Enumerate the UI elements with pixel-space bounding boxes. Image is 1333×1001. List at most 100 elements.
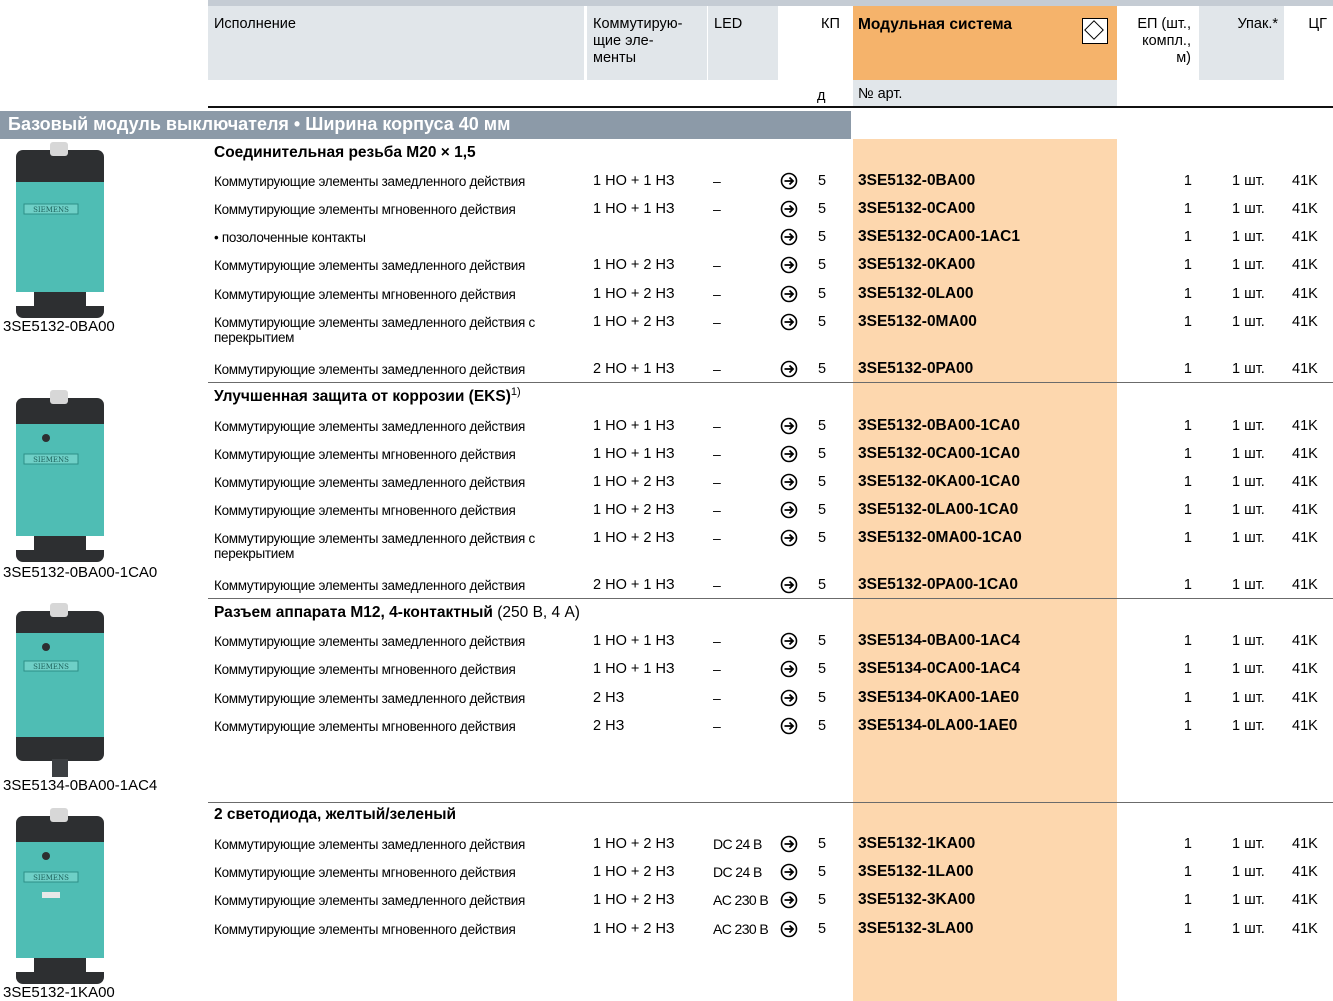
row-package: 1 шт. bbox=[1232, 474, 1265, 490]
row-article-number[interactable]: 3SE5134-0LA00-1AE0 bbox=[858, 717, 1017, 735]
row-article-number[interactable]: 3SE5132-0LA00-1CA0 bbox=[858, 501, 1018, 519]
row-pack-unit: 1 bbox=[1183, 836, 1192, 852]
row-led: – bbox=[713, 718, 721, 734]
row-led: – bbox=[713, 446, 721, 462]
row-article-number[interactable]: 3SE5134-0CA00-1AC4 bbox=[858, 660, 1020, 678]
header-bottom-rule bbox=[208, 106, 1333, 108]
row-led: – bbox=[713, 418, 721, 434]
row-package: 1 шт. bbox=[1232, 864, 1265, 880]
row-pack-unit: 1 bbox=[1183, 921, 1192, 937]
row-led: – bbox=[713, 577, 721, 593]
row-price-group: 41K bbox=[1292, 361, 1318, 377]
row-description: Коммутирующие элементы замедленного дейс… bbox=[214, 419, 525, 434]
row-package: 1 шт. bbox=[1232, 892, 1265, 908]
row-switching-elements: 1 НО + 2 НЗ bbox=[593, 864, 675, 880]
row-article-number[interactable]: 3SE5132-0KA00 bbox=[858, 256, 975, 274]
row-price-group: 41K bbox=[1292, 892, 1318, 908]
row-package: 1 шт. bbox=[1232, 718, 1265, 734]
row-article-number[interactable]: 3SE5132-1LA00 bbox=[858, 863, 973, 881]
row-article-number[interactable]: 3SE5132-0MA00 bbox=[858, 313, 977, 331]
row-switching-elements: 1 НО + 1 НЗ bbox=[593, 418, 675, 434]
row-article-number[interactable]: 3SE5132-0BA00-1CA0 bbox=[858, 417, 1020, 435]
row-pack-unit: 1 bbox=[1183, 633, 1192, 649]
product-image-switch: SIEMENS bbox=[16, 390, 104, 562]
row-pack-unit: 1 bbox=[1183, 892, 1192, 908]
svg-text:SIEMENS: SIEMENS bbox=[33, 456, 69, 464]
header-execution: Исполнение bbox=[208, 6, 584, 80]
row-article-number[interactable]: 3SE5132-3KA00 bbox=[858, 891, 975, 909]
row-delivery-time: 5 bbox=[818, 690, 827, 706]
row-pack-unit: 1 bbox=[1183, 173, 1192, 189]
row-delivery-time: 5 bbox=[818, 418, 827, 434]
circled-arrow-icon bbox=[780, 863, 798, 881]
row-package: 1 шт. bbox=[1232, 361, 1265, 377]
row-article-number[interactable]: 3SE5132-1KA00 bbox=[858, 835, 975, 853]
row-switching-elements: 1 НО + 2 НЗ bbox=[593, 921, 675, 937]
svg-text:SIEMENS: SIEMENS bbox=[33, 874, 69, 882]
row-switching-elements: 1 НО + 2 НЗ bbox=[593, 530, 675, 546]
row-pack-unit: 1 bbox=[1183, 690, 1192, 706]
row-price-group: 41K bbox=[1292, 633, 1318, 649]
row-package: 1 шт. bbox=[1232, 577, 1265, 593]
row-price-group: 41K bbox=[1292, 921, 1318, 937]
row-pack-unit: 1 bbox=[1183, 257, 1192, 273]
row-pack-unit: 1 bbox=[1183, 577, 1192, 593]
row-description: Коммутирующие элементы замедленного дейс… bbox=[214, 258, 525, 273]
row-article-number[interactable]: 3SE5132-0PA00-1CA0 bbox=[858, 576, 1018, 594]
row-article-number[interactable]: 3SE5132-0LA00 bbox=[858, 285, 973, 303]
row-led: – bbox=[713, 257, 721, 273]
row-description: Коммутирующие элементы замедленного дейс… bbox=[214, 893, 525, 908]
row-delivery-time: 5 bbox=[818, 286, 827, 302]
row-article-number[interactable]: 3SE5132-0MA00-1CA0 bbox=[858, 529, 1022, 547]
row-description: Коммутирующие элементы мгновенного дейст… bbox=[214, 865, 516, 880]
row-delivery-time: 5 bbox=[818, 229, 827, 245]
row-article-number[interactable]: 3SE5134-0KA00-1AE0 bbox=[858, 689, 1019, 707]
row-description: Коммутирующие элементы мгновенного дейст… bbox=[214, 922, 516, 937]
row-article-number[interactable]: 3SE5132-0CA00-1AC1 bbox=[858, 228, 1020, 246]
section-title: Базовый модуль выключателя • Ширина корп… bbox=[8, 114, 511, 134]
row-article-number[interactable]: 3SE5132-3LA00 bbox=[858, 920, 973, 938]
row-article-number[interactable]: 3SE5132-0BA00 bbox=[858, 172, 975, 190]
row-delivery-time: 5 bbox=[818, 173, 827, 189]
row-article-number[interactable]: 3SE5132-0PA00 bbox=[858, 360, 973, 378]
row-pack-unit: 1 bbox=[1183, 502, 1192, 518]
row-article-number[interactable]: 3SE5132-0KA00-1CA0 bbox=[858, 473, 1020, 491]
row-pack-unit: 1 bbox=[1183, 718, 1192, 734]
row-switching-elements: 1 НО + 2 НЗ bbox=[593, 257, 675, 273]
row-description: • позолоченные контакты bbox=[214, 230, 366, 245]
row-price-group: 41K bbox=[1292, 201, 1318, 217]
row-price-group: 41K bbox=[1292, 173, 1318, 189]
row-pack-unit: 1 bbox=[1183, 418, 1192, 434]
row-price-group: 41K bbox=[1292, 257, 1318, 273]
row-delivery-time: 5 bbox=[818, 836, 827, 852]
product-image-caption: 3SE5132-0BA00 bbox=[3, 318, 115, 335]
row-delivery-time: 5 bbox=[818, 446, 827, 462]
svg-text:SIEMENS: SIEMENS bbox=[33, 663, 69, 671]
row-package: 1 шт. bbox=[1232, 257, 1265, 273]
row-delivery-time: 5 bbox=[818, 314, 827, 330]
row-package: 1 шт. bbox=[1232, 286, 1265, 302]
row-package: 1 шт. bbox=[1232, 530, 1265, 546]
row-price-group: 41K bbox=[1292, 314, 1318, 330]
row-switching-elements: 1 НО + 2 НЗ bbox=[593, 836, 675, 852]
row-switching-elements: 1 НО + 1 НЗ bbox=[593, 173, 675, 189]
row-description: Коммутирующие элементы замедленного дейс… bbox=[214, 315, 535, 345]
row-package: 1 шт. bbox=[1232, 836, 1265, 852]
row-article-number[interactable]: 3SE5134-0BA00-1AC4 bbox=[858, 632, 1020, 650]
row-pack-unit: 1 bbox=[1183, 864, 1192, 880]
row-article-number[interactable]: 3SE5132-0CA00 bbox=[858, 200, 975, 218]
product-image-switch: SIEMENS bbox=[16, 808, 104, 984]
group-title: Разъем аппарата M12, 4-контактный (250 В… bbox=[214, 604, 580, 621]
row-price-group: 41K bbox=[1292, 446, 1318, 462]
header-cg: ЦГ bbox=[1286, 6, 1333, 80]
row-price-group: 41K bbox=[1292, 864, 1318, 880]
row-description: Коммутирующие элементы мгновенного дейст… bbox=[214, 662, 516, 677]
row-delivery-time: 5 bbox=[818, 661, 827, 677]
header-article-number: № арт. bbox=[858, 86, 903, 102]
row-delivery-time: 5 bbox=[818, 361, 827, 377]
row-article-number[interactable]: 3SE5132-0CA00-1CA0 bbox=[858, 445, 1020, 463]
row-delivery-time: 5 bbox=[818, 921, 827, 937]
row-switching-elements: 2 НЗ bbox=[593, 690, 625, 706]
row-pack-unit: 1 bbox=[1183, 201, 1192, 217]
row-delivery-time: 5 bbox=[818, 502, 827, 518]
